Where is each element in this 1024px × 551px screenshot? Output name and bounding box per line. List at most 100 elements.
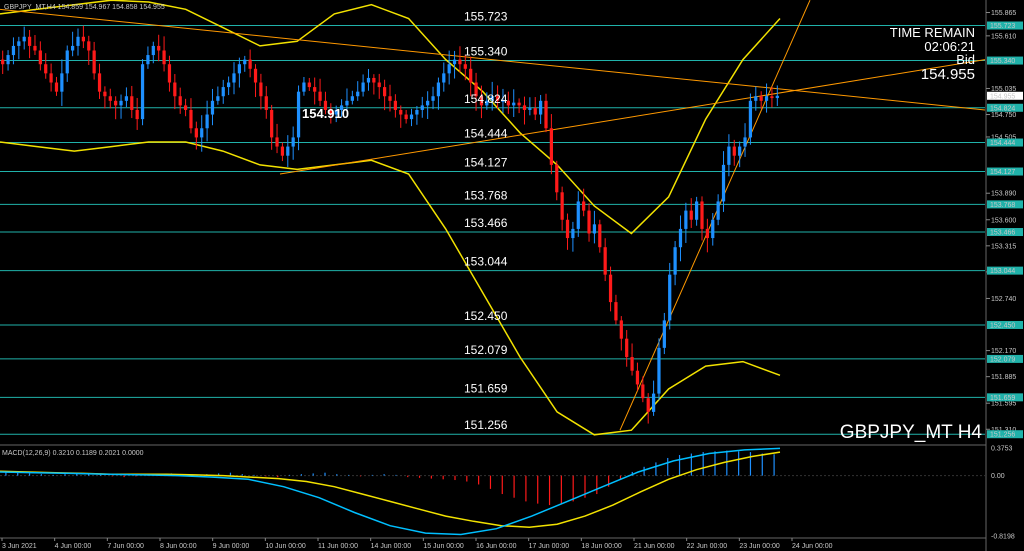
candle-body (227, 82, 231, 88)
price-tick-label: 151.885 (991, 374, 1016, 381)
candle-body (560, 192, 564, 220)
candle-body (189, 109, 193, 129)
candle-body (469, 68, 473, 83)
candle-body (641, 384, 645, 399)
candle-body (587, 210, 591, 234)
candle-body (705, 228, 709, 239)
level-label: 152.450 (464, 309, 508, 323)
candle-body (318, 91, 322, 101)
candle-body (592, 224, 597, 234)
candle-body (183, 105, 188, 110)
level-axis-tag-label: 154.127 (990, 169, 1015, 176)
candle-body (38, 50, 42, 65)
candle-body (458, 59, 462, 65)
level-axis-tag-label: 151.659 (990, 395, 1015, 402)
candle-body (657, 347, 661, 394)
candle-body (399, 109, 403, 115)
level-axis-tag-label: 152.079 (990, 356, 1015, 363)
time-tick-label: 17 Jun 00:00 (529, 543, 570, 550)
candle-body (565, 219, 570, 239)
price-tick-label: 155.610 (991, 33, 1016, 40)
candle-body (549, 128, 553, 165)
candle-body (157, 45, 161, 51)
level-label: 155.340 (464, 45, 508, 59)
candle-body (6, 55, 10, 65)
candle-body (65, 50, 69, 74)
candle-body (76, 36, 80, 46)
time-tick-label: 9 Jun 00:00 (213, 543, 250, 550)
candle-body (103, 91, 107, 97)
candle-body (356, 91, 360, 97)
candle-body (743, 137, 747, 147)
level-axis-tag-label: 151.256 (990, 432, 1015, 439)
candle-body (275, 137, 279, 147)
level-axis-tag-label: 152.450 (990, 322, 1015, 329)
level-axis-tag-label: 154.444 (990, 140, 1015, 147)
macd-axis-label: -0.8198 (991, 534, 1015, 541)
time-tick-label: 11 Jun 00:00 (318, 543, 358, 550)
candle-body (71, 45, 75, 51)
candle-body (393, 100, 397, 110)
candle-body (253, 68, 258, 83)
candle-body (614, 302, 618, 321)
time-tick-label: 8 Jun 00:00 (160, 543, 197, 550)
chart-background (0, 0, 1024, 551)
candle-body (216, 96, 220, 101)
symbol-header: GBPJPY_MT,H4 154.859 154.967 154.858 154… (4, 4, 165, 11)
candle-body (442, 73, 446, 83)
candle-body (350, 96, 354, 101)
level-axis-tag-label: 153.466 (990, 230, 1015, 237)
current-price-axis-label: 154.955 (990, 93, 1015, 100)
candle-body (695, 201, 699, 220)
trading-chart[interactable]: 155.723 155.340 154.824 154.444 154.127 153.7… (0, 0, 1024, 551)
candle-body (243, 59, 247, 65)
candle-body (248, 59, 252, 69)
candle-body (539, 100, 543, 115)
candle-body (178, 96, 182, 106)
candle-body (571, 228, 575, 239)
candle-body (296, 91, 301, 138)
candle-body (22, 36, 26, 42)
time-tick-label: 7 Jun 00:00 (107, 543, 144, 550)
candle-body (452, 59, 457, 65)
candle-body (668, 274, 672, 321)
candle-body (678, 228, 683, 248)
time-tick-label: 15 Jun 00:00 (423, 543, 464, 550)
candle-body (738, 146, 742, 156)
candle-body (232, 73, 236, 83)
level-label: 154.127 (464, 156, 508, 170)
candle-body (662, 320, 666, 348)
chart-canvas[interactable]: 155.723 155.340 154.824 154.444 154.127 153.7… (0, 0, 1024, 551)
candle-body (87, 41, 91, 51)
candle-body (146, 55, 150, 65)
candle-body (291, 137, 295, 147)
candle-body (140, 64, 145, 120)
price-tick-label: 153.600 (991, 217, 1016, 224)
time-tick-label: 22 Jun 00:00 (687, 543, 728, 550)
candle-body (270, 109, 274, 138)
level-label: 155.723 (464, 10, 508, 24)
candle-body (528, 108, 532, 110)
candle-body (27, 36, 32, 46)
candle-body (237, 64, 241, 74)
level-label: 152.079 (464, 343, 508, 357)
candle-body (630, 356, 634, 371)
candle-body (404, 114, 408, 120)
price-tick-label: 153.315 (991, 243, 1016, 250)
candle-body (210, 100, 215, 115)
candle-body (409, 114, 414, 120)
symbol-watermark: GBPJPY_MT H4 (840, 422, 983, 443)
candle-body (522, 105, 527, 110)
candle-body (625, 338, 629, 357)
candle-body (108, 96, 112, 101)
level-axis-tag-label: 155.340 (990, 58, 1015, 65)
candle-body (748, 100, 753, 138)
candle-body (81, 36, 85, 42)
candle-body (420, 105, 424, 110)
time-tick-label: 4 Jun 00:00 (55, 543, 92, 550)
time-tick-label: 3 Jun 2021 (2, 543, 37, 550)
time-remain-label: TIME REMAIN (890, 25, 975, 40)
candle-body (431, 96, 435, 101)
level-label: 151.659 (464, 381, 508, 395)
candle-body (280, 146, 285, 156)
